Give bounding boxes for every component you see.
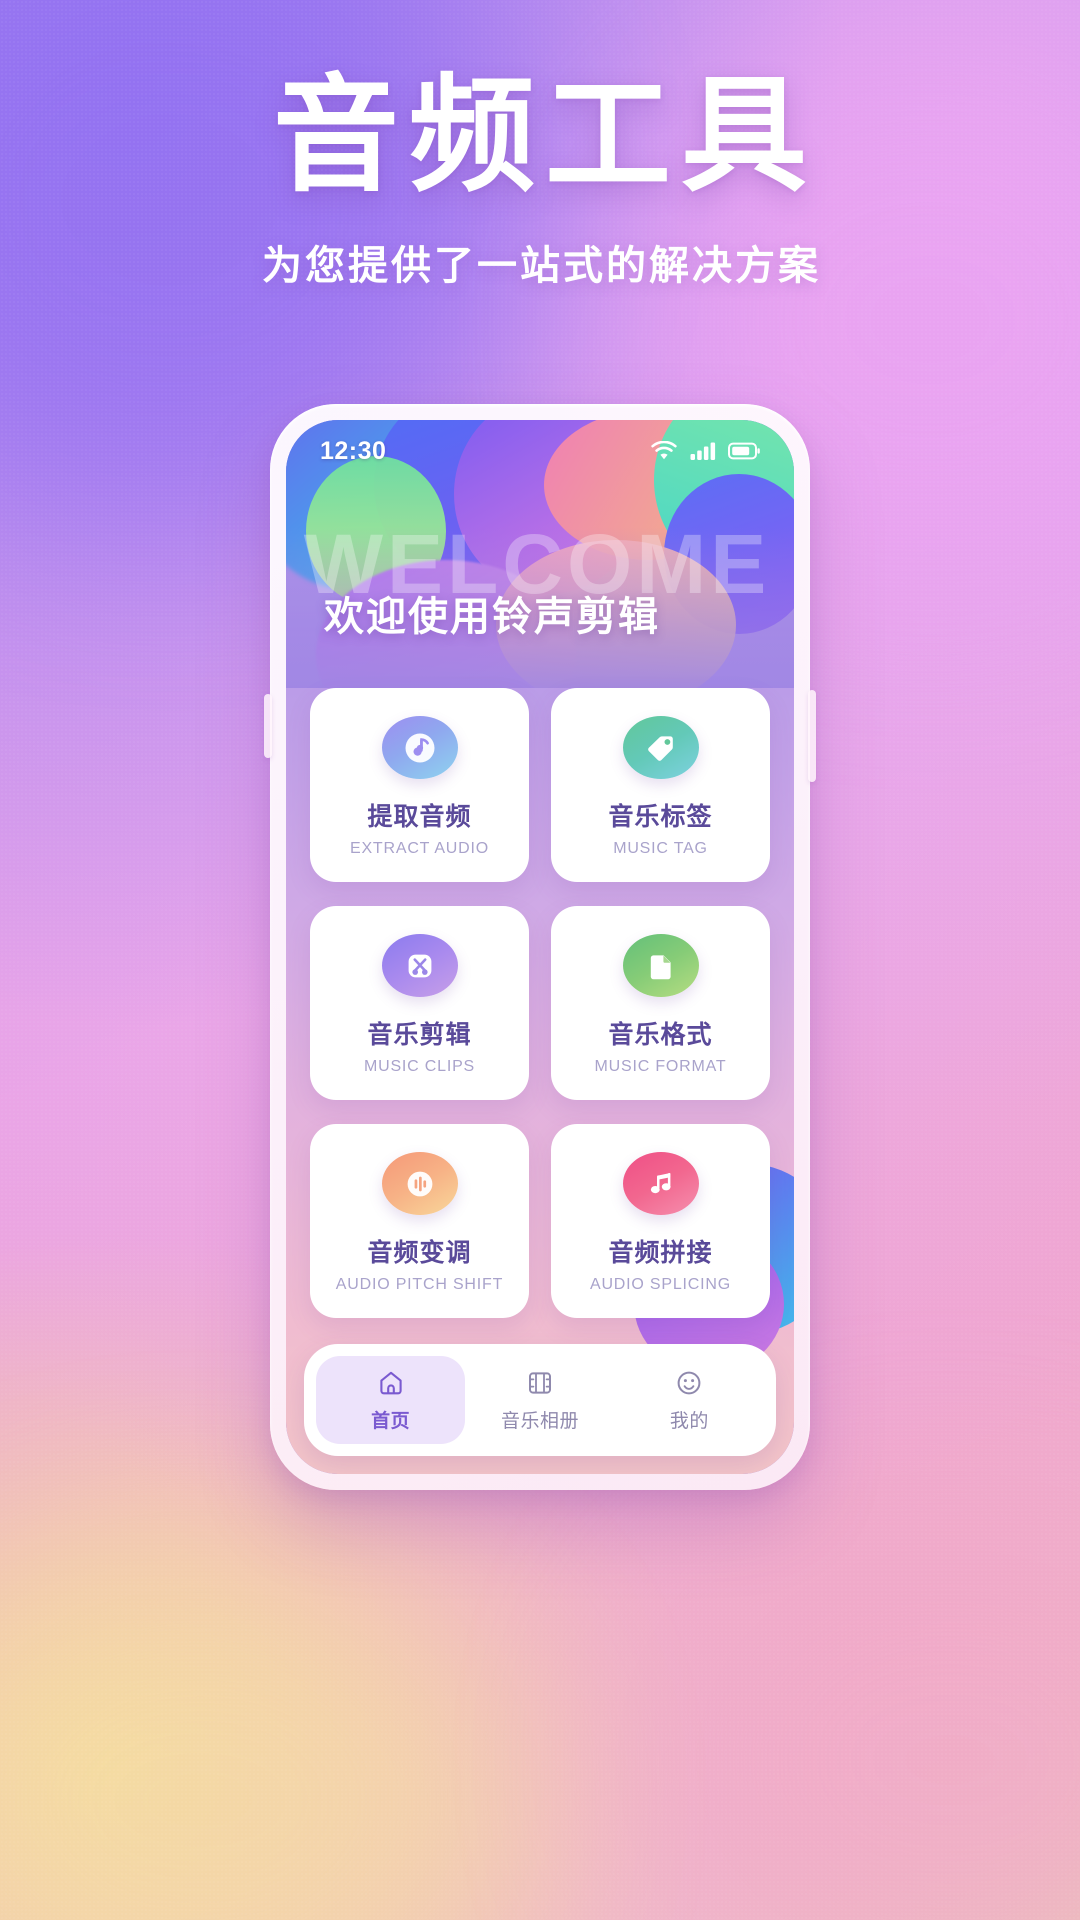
tool-card-label-en: EXTRACT AUDIO (349, 840, 490, 857)
tool-card-audio-splicing[interactable]: 音频拼接 AUDIO SPLICING (551, 1124, 770, 1318)
bottom-tab-bar: 首页 音乐相册 我的 (304, 1344, 776, 1456)
phone-frame: 12:30 WELCOME 欢迎使用铃声剪辑 提取音频 EXTRACT AUDI… (264, 404, 816, 1490)
tab-label: 首页 (371, 1410, 411, 1432)
tool-grid: 提取音频 EXTRACT AUDIO 音乐标签 MUSIC TAG 音乐剪辑 M… (310, 688, 770, 1318)
tool-card-audio-pitch-shift[interactable]: 音频变调 AUDIO PITCH SHIFT (310, 1124, 529, 1318)
phone-power-button (808, 690, 816, 782)
welcome-title: 欢迎使用铃声剪辑 (324, 595, 660, 639)
smiley-icon (674, 1368, 704, 1398)
tool-card-label-en: MUSIC TAG (613, 840, 708, 857)
phone-volume-button (264, 694, 272, 758)
wifi-icon (650, 441, 678, 461)
music-note-disc-icon (381, 716, 458, 779)
tool-card-music-format[interactable]: 音乐格式 MUSIC FORMAT (551, 906, 770, 1100)
double-music-note-icon (622, 1152, 699, 1215)
page-subtitle: 为您提供了一站式的解决方案 (262, 243, 821, 288)
tool-card-label-en: AUDIO SPLICING (589, 1276, 731, 1293)
tool-card-label-cn: 音频变调 (367, 1239, 472, 1267)
equalizer-icon (381, 1152, 458, 1215)
tool-card-label-cn: 音乐标签 (608, 803, 713, 831)
tool-card-label-cn: 音乐剪辑 (367, 1021, 472, 1049)
tool-card-label-en: MUSIC FORMAT (594, 1058, 727, 1075)
tab-label: 我的 (669, 1410, 709, 1432)
tool-card-music-clips[interactable]: 音乐剪辑 MUSIC CLIPS (310, 906, 529, 1100)
phone-mockup: 12:30 WELCOME 欢迎使用铃声剪辑 提取音频 EXTRACT AUDI… (264, 404, 816, 1490)
album-icon (525, 1368, 555, 1398)
status-bar-icons (650, 441, 760, 461)
scissors-icon (381, 934, 458, 997)
battery-icon (728, 442, 760, 460)
home-icon (376, 1368, 406, 1398)
tab-music-album[interactable]: 音乐相册 (465, 1356, 614, 1444)
tool-card-label-cn: 提取音频 (367, 803, 472, 831)
page-title: 音频工具 (273, 65, 817, 206)
tool-card-label-cn: 音乐格式 (608, 1021, 713, 1049)
signal-icon (690, 441, 716, 461)
hero-section: 音频工具 为您提供了一站式的解决方案 (0, 65, 1080, 291)
status-bar-time: 12:30 (320, 436, 387, 465)
phone-screen: 12:30 WELCOME 欢迎使用铃声剪辑 提取音频 EXTRACT AUDI… (286, 420, 794, 1474)
file-document-icon (622, 934, 699, 997)
tool-card-label-en: MUSIC CLIPS (363, 1058, 476, 1075)
tool-card-extract-audio[interactable]: 提取音频 EXTRACT AUDIO (310, 688, 529, 882)
tag-icon (622, 716, 699, 779)
tool-card-label-cn: 音频拼接 (608, 1239, 713, 1267)
status-bar: 12:30 (286, 420, 794, 482)
tab-label: 音乐相册 (500, 1410, 579, 1432)
tool-card-label-en: AUDIO PITCH SHIFT (335, 1276, 504, 1293)
tool-card-music-tag[interactable]: 音乐标签 MUSIC TAG (551, 688, 770, 882)
tab-home[interactable]: 首页 (316, 1356, 466, 1444)
tab-profile[interactable]: 我的 (615, 1356, 764, 1444)
